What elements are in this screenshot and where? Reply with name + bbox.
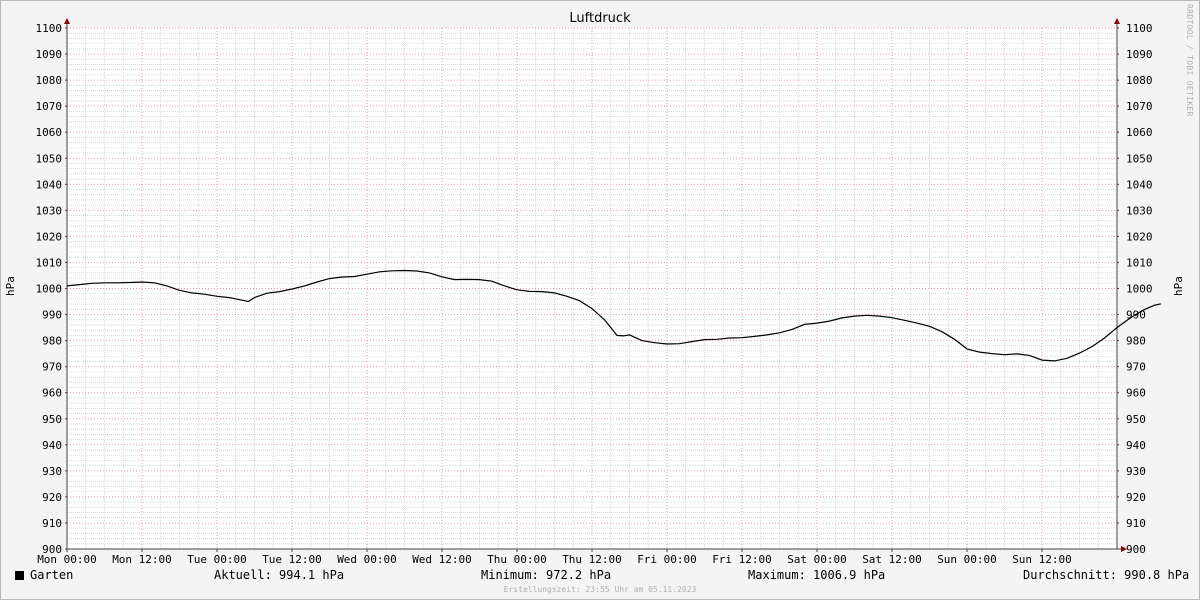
x-tick-label: Fri 00:00 xyxy=(637,553,697,566)
y-tick-label-right: 940 xyxy=(1126,439,1146,452)
y-tick-label-right: 1020 xyxy=(1126,230,1153,243)
y-tick-label-left: 950 xyxy=(42,413,62,426)
x-tick-label: Tue 12:00 xyxy=(262,553,322,566)
y-tick-label-right: 920 xyxy=(1126,491,1146,504)
legend-average: Durchschnitt: 990.8 hPa xyxy=(1023,568,1190,582)
y-tick-label-left: 960 xyxy=(42,387,62,400)
legend-minimum: Minimum: 972.2 hPa xyxy=(481,568,612,582)
y-tick-label-left: 940 xyxy=(42,439,62,452)
y-tick-label-right: 910 xyxy=(1126,517,1146,530)
legend-swatch xyxy=(15,571,24,580)
y-tick-label-left: 910 xyxy=(42,517,62,530)
y-tick-label-left: 1030 xyxy=(36,204,63,217)
y-tick-label-left: 1020 xyxy=(36,230,63,243)
y-tick-label-right: 1050 xyxy=(1126,152,1153,165)
y-axis-label-right: hPa xyxy=(1172,276,1185,296)
y-tick-label-right: 930 xyxy=(1126,465,1146,478)
y-tick-label-left: 1070 xyxy=(36,100,63,113)
y-tick-label-right: 1000 xyxy=(1126,283,1153,296)
y-tick-label-right: 900 xyxy=(1126,543,1146,556)
y-tick-label-left: 930 xyxy=(42,465,62,478)
rrdtool-watermark: RRDTOOL / TOBI OETIKER xyxy=(1185,4,1194,117)
x-tick-label: Mon 00:00 xyxy=(37,553,97,566)
y-tick-label-left: 970 xyxy=(42,361,62,374)
y-tick-label-left: 980 xyxy=(42,335,62,348)
chart-canvas: 900 910 920 930 940 950 960 970 980 990 1000 1010 10… xyxy=(36,18,1161,566)
y-tick-label-left: 1050 xyxy=(36,152,63,165)
y-tick-label-right: 1090 xyxy=(1126,48,1153,61)
x-tick-label: Thu 12:00 xyxy=(562,553,622,566)
y-axis-label-left: hPa xyxy=(4,276,17,296)
y-tick-label-right: 1070 xyxy=(1126,100,1153,113)
y-tick-label-left: 1090 xyxy=(36,48,63,61)
y-tick-label-right: 1040 xyxy=(1126,178,1153,191)
legend-series-name: Garten xyxy=(30,568,74,582)
y-tick-label-right: 1030 xyxy=(1126,204,1153,217)
y-tick-label-left: 990 xyxy=(42,309,62,322)
y-tick-label-right: 970 xyxy=(1126,361,1146,374)
y-tick-label-left: 1040 xyxy=(36,178,63,191)
y-tick-label-left: 1000 xyxy=(36,283,63,296)
x-tick-label: Wed 12:00 xyxy=(412,553,472,566)
creation-timestamp: Erstellungszeit: 23:55 Uhr am 05.11.2023 xyxy=(503,585,697,594)
y-tick-label-left: 1010 xyxy=(36,256,63,269)
legend-maximum: Maximum: 1006.9 hPa xyxy=(748,568,886,582)
x-tick-label: Fri 12:00 xyxy=(712,553,772,566)
x-tick-label: Sun 12:00 xyxy=(1012,553,1072,566)
x-tick-label: Tue 00:00 xyxy=(187,553,247,566)
y-tick-label-right: 950 xyxy=(1126,413,1146,426)
y-tick-label-right: 1080 xyxy=(1126,74,1153,87)
y-tick-label-left: 920 xyxy=(42,491,62,504)
x-tick-label: Sun 00:00 xyxy=(937,553,997,566)
y-tick-label-right: 980 xyxy=(1126,335,1146,348)
x-tick-label: Sat 12:00 xyxy=(862,553,922,566)
x-tick-label: Thu 00:00 xyxy=(487,553,547,566)
y-tick-label-right: 1010 xyxy=(1126,256,1153,269)
x-tick-label: Sat 00:00 xyxy=(787,553,847,566)
y-tick-label-right: 1060 xyxy=(1126,126,1153,139)
y-tick-label-left: 1060 xyxy=(36,126,63,139)
legend-current: Aktuell: 994.1 hPa xyxy=(214,568,345,582)
y-tick-label-left: 1080 xyxy=(36,74,63,87)
legend-series: Garten xyxy=(15,568,73,582)
y-tick-label-right: 960 xyxy=(1126,387,1146,400)
x-tick-label: Wed 00:00 xyxy=(337,553,397,566)
x-tick-label: Mon 12:00 xyxy=(112,553,172,566)
chart-title: Luftdruck xyxy=(569,11,631,26)
